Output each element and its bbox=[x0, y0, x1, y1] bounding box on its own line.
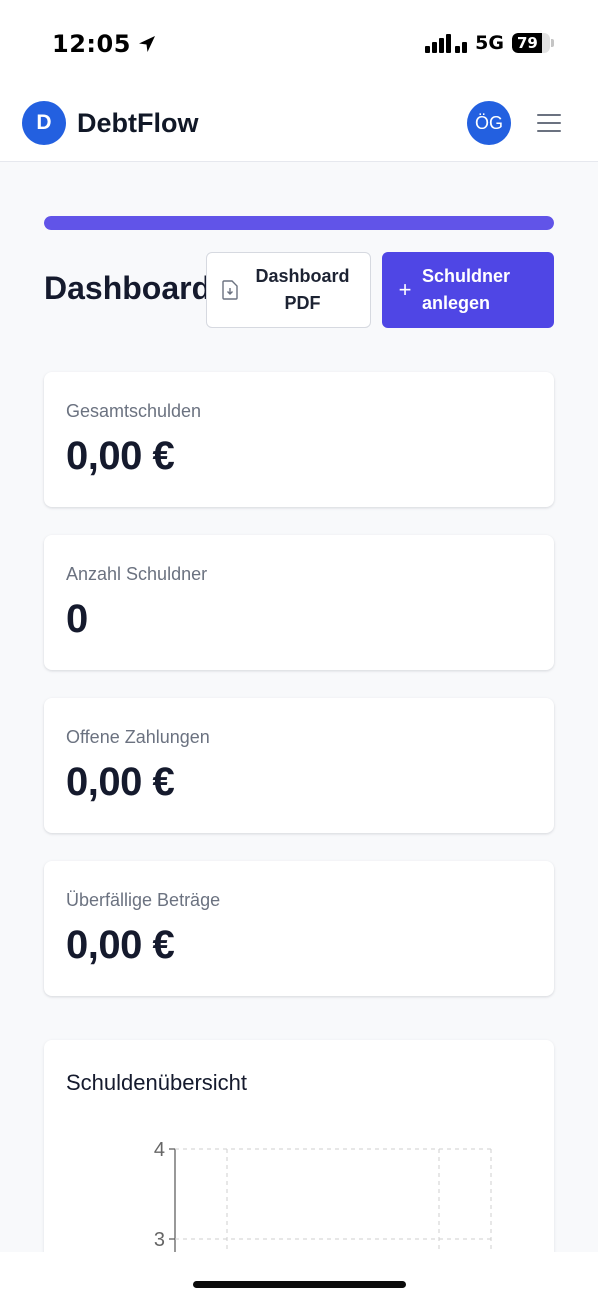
y-tick-label: 4 bbox=[154, 1139, 165, 1161]
stat-label: Überfällige Beträge bbox=[66, 890, 221, 910]
add-debtor-label-line1: Schuldner bbox=[422, 266, 511, 286]
stat-value: 0,00 € bbox=[66, 923, 175, 967]
status-bar: 12:05 5G 79 bbox=[0, 0, 598, 88]
progress-bar bbox=[44, 216, 554, 230]
status-time-text: 12:05 bbox=[52, 30, 131, 58]
stat-card-total-debts: Gesamtschulden 0,00 € bbox=[44, 372, 554, 507]
stat-label: Gesamtschulden bbox=[66, 401, 202, 421]
signal-bars-icon bbox=[425, 33, 468, 53]
brand-logo-letter: D bbox=[36, 111, 52, 134]
battery-icon: 79 bbox=[512, 33, 554, 53]
dashboard-pdf-button[interactable]: Dashboard PDF bbox=[206, 252, 371, 328]
dashboard-pdf-label-line2: PDF bbox=[284, 293, 321, 313]
progress-bar-fill bbox=[44, 216, 554, 230]
stat-card-debtor-count: Anzahl Schuldner 0 bbox=[44, 535, 554, 670]
debt-overview-chart: 43 bbox=[154, 1139, 492, 1280]
stat-label: Anzahl Schuldner bbox=[66, 564, 208, 584]
page-title: Dashboard bbox=[44, 270, 212, 306]
user-avatar[interactable]: ÖG bbox=[467, 101, 511, 145]
app-header: D DebtFlow ÖG bbox=[0, 88, 598, 162]
network-type: 5G bbox=[475, 32, 504, 54]
stat-value: 0,00 € bbox=[66, 434, 175, 478]
status-time: 12:05 bbox=[52, 30, 157, 58]
user-initials: ÖG bbox=[474, 112, 503, 133]
stat-value: 0 bbox=[66, 597, 88, 641]
dashboard-pdf-label-line1: Dashboard bbox=[255, 266, 350, 286]
brand-name[interactable]: DebtFlow bbox=[77, 108, 199, 139]
home-bar-area bbox=[0, 1252, 598, 1300]
stat-card-overdue-amounts: Überfällige Beträge 0,00 € bbox=[44, 861, 554, 996]
y-tick-label: 3 bbox=[154, 1229, 165, 1251]
add-debtor-label: Schuldner anlegen bbox=[422, 263, 510, 317]
hamburger-menu-icon[interactable] bbox=[535, 112, 563, 134]
stat-label: Offene Zahlungen bbox=[66, 727, 210, 747]
battery-level: 79 bbox=[517, 34, 538, 52]
brand-logo[interactable]: D bbox=[22, 101, 66, 145]
location-arrow-icon bbox=[138, 36, 155, 52]
file-download-icon bbox=[222, 280, 238, 300]
stat-value: 0,00 € bbox=[66, 760, 175, 804]
status-indicators: 5G 79 bbox=[425, 32, 554, 54]
debt-overview-chart-card: Schuldenübersicht 43 bbox=[44, 1040, 554, 1280]
add-debtor-button[interactable]: + Schuldner anlegen bbox=[382, 252, 554, 328]
plus-icon: + bbox=[398, 277, 412, 302]
home-indicator[interactable] bbox=[193, 1281, 406, 1288]
add-debtor-label-line2: anlegen bbox=[422, 293, 491, 313]
dashboard-pdf-label: Dashboard PDF bbox=[239, 263, 370, 317]
stat-card-open-payments: Offene Zahlungen 0,00 € bbox=[44, 698, 554, 833]
